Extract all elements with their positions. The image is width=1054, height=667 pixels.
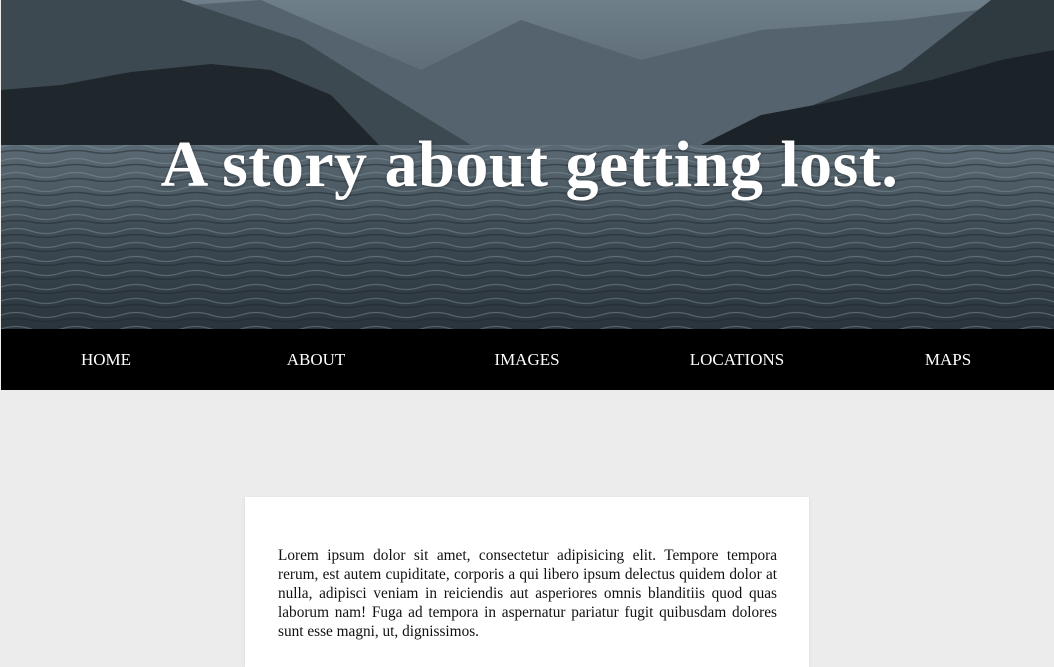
main-navigation: HOME ABOUT IMAGES LOCATIONS MAPS [1,329,1054,390]
nav-item-maps[interactable]: MAPS [843,329,1053,390]
hero-banner: A story about getting lost. [1,0,1054,329]
nav-item-about[interactable]: ABOUT [211,329,421,390]
page-title: A story about getting lost. [160,128,899,201]
content-paragraph: Lorem ipsum dolor sit amet, consectetur … [278,547,777,640]
nav-item-images[interactable]: IMAGES [422,329,632,390]
nav-item-home[interactable]: HOME [1,329,211,390]
content-card: Lorem ipsum dolor sit amet, consectetur … [245,497,809,667]
nav-item-locations[interactable]: LOCATIONS [632,329,842,390]
